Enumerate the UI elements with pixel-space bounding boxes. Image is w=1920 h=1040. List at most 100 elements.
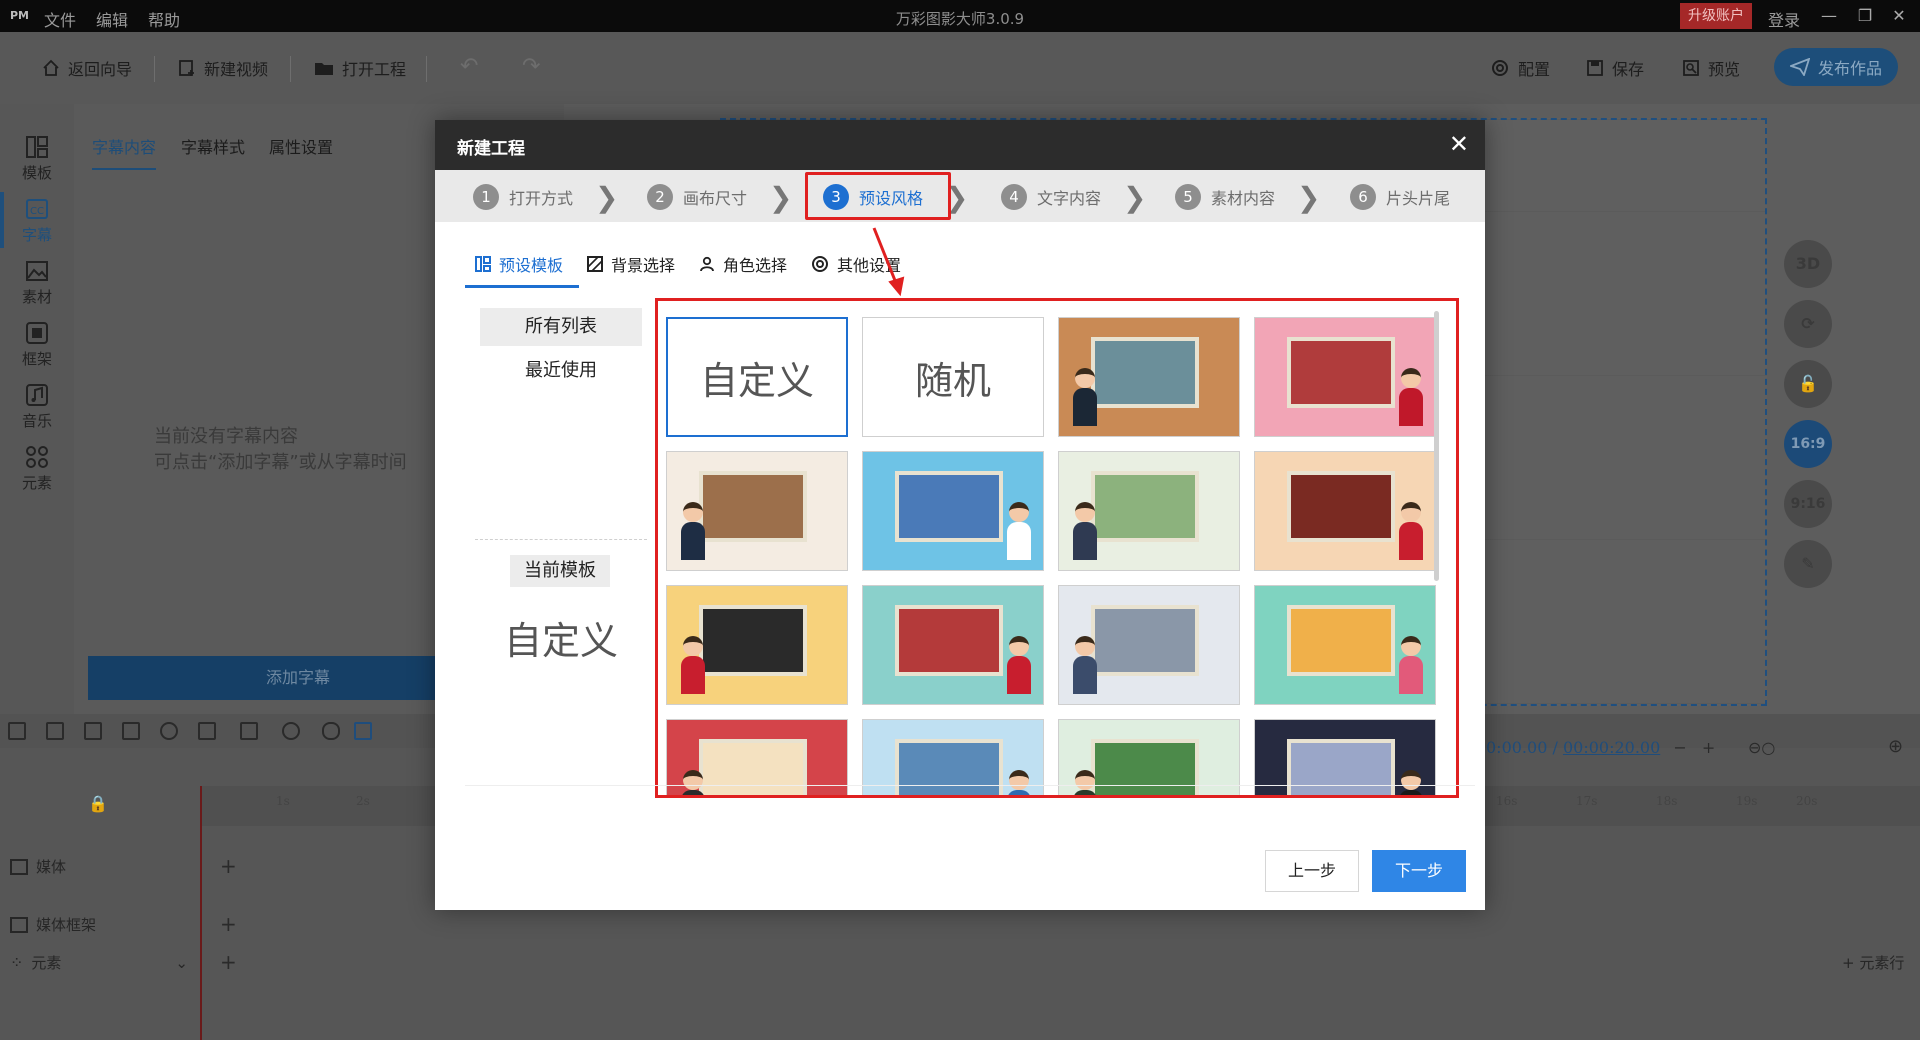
timeline-tool-icon[interactable]: [8, 722, 26, 740]
tab-subtitle-content[interactable]: 字幕内容: [92, 134, 157, 170]
track-element[interactable]: ⁘ 元素 ⌄: [10, 952, 188, 973]
edit-button[interactable]: ✎: [1784, 540, 1832, 588]
element-row-label: 元素行: [1859, 954, 1905, 972]
thumbnail-character: [681, 636, 705, 694]
tab-preset-template[interactable]: 预设模板: [475, 252, 563, 276]
new-video-button[interactable]: 新建视频: [178, 56, 268, 80]
template-thumbnail[interactable]: [862, 585, 1044, 705]
add-element-button[interactable]: +: [220, 950, 237, 974]
ratio-16-9-button[interactable]: 16:9: [1784, 420, 1832, 468]
sidebar-item-label: 音乐: [21, 412, 52, 430]
time-minus-button[interactable]: −: [1673, 738, 1686, 757]
restore-icon[interactable]: ❐: [1852, 4, 1878, 28]
lock-button[interactable]: 🔓: [1784, 360, 1832, 408]
dialog-title: 新建工程: [457, 139, 525, 159]
speaker-icon[interactable]: [354, 722, 372, 740]
3d-button[interactable]: 3D: [1784, 240, 1832, 288]
timeline-tool-icon[interactable]: [122, 722, 140, 740]
template-thumbnail[interactable]: [862, 719, 1044, 795]
timeline-tool-icon[interactable]: [46, 722, 64, 740]
lock-track-icon[interactable]: 🔒: [88, 794, 108, 813]
close-icon[interactable]: ✕: [1449, 130, 1469, 158]
template-thumbnail[interactable]: [666, 585, 848, 705]
character-head: [1401, 368, 1421, 388]
category-recent[interactable]: 最近使用: [480, 352, 642, 390]
upgrade-account-button[interactable]: 升级账户: [1680, 3, 1752, 29]
step-label: 画布尺寸: [683, 189, 748, 208]
tab-background-select[interactable]: 背景选择: [587, 252, 675, 276]
tab-property-settings[interactable]: 属性设置: [269, 134, 333, 158]
toolbar-divider: [426, 56, 427, 82]
step-material-content[interactable]: 5 素材内容 ❯: [1175, 181, 1320, 214]
track-media[interactable]: 媒体: [10, 856, 66, 877]
zoom-slider[interactable]: ⊖○: [1748, 738, 1775, 757]
save-label: 保存: [1612, 60, 1645, 79]
step-canvas-size[interactable]: 2 画布尺寸 ❯: [647, 181, 792, 214]
template-thumbnail[interactable]: [1254, 719, 1436, 795]
timeline-person-icon[interactable]: [282, 722, 300, 740]
add-media-frame-button[interactable]: +: [220, 912, 237, 936]
back-to-wizard-button[interactable]: 返回向导: [42, 56, 132, 80]
track-media-frame[interactable]: 媒体框架: [10, 914, 96, 935]
save-button[interactable]: 保存: [1586, 56, 1644, 80]
step-text-content[interactable]: 4 文字内容 ❯: [1001, 181, 1146, 214]
config-button[interactable]: 配置: [1490, 56, 1550, 80]
template-tile-custom[interactable]: 自定义: [666, 317, 848, 437]
template-thumbnail[interactable]: [666, 451, 848, 571]
template-thumbnail[interactable]: [1058, 317, 1240, 437]
microphone-icon[interactable]: [322, 722, 340, 740]
playhead[interactable]: [200, 786, 202, 1040]
open-project-button[interactable]: 打开工程: [314, 56, 406, 80]
step-intro-outro[interactable]: 6 片头片尾: [1350, 182, 1450, 212]
chevron-down-icon[interactable]: ⌄: [175, 954, 188, 972]
login-link[interactable]: 登录: [1768, 7, 1800, 31]
sidebar-item-subtitle[interactable]: CC 字幕: [0, 192, 74, 248]
template-thumbnail[interactable]: [1254, 451, 1436, 571]
sidebar-item-material[interactable]: 素材: [0, 254, 74, 310]
template-thumbnail[interactable]: [1058, 719, 1240, 795]
template-thumbnail[interactable]: [1254, 317, 1436, 437]
thumbnail-character: [1073, 368, 1097, 426]
close-window-icon[interactable]: ✕: [1886, 4, 1912, 28]
minimize-icon[interactable]: —: [1816, 4, 1842, 28]
template-thumbnail[interactable]: [862, 451, 1044, 571]
timeline-text-icon[interactable]: [198, 722, 216, 740]
preview-button[interactable]: 预览: [1682, 56, 1740, 80]
sidebar-item-element[interactable]: 元素: [0, 440, 74, 496]
template-thumbnail[interactable]: [1058, 585, 1240, 705]
zoom-in-icon[interactable]: ⊕: [1888, 736, 1903, 757]
sidebar-item-music[interactable]: 音乐: [0, 378, 74, 434]
timeline-tool-icon[interactable]: [160, 722, 178, 740]
sidebar-item-frame[interactable]: 框架: [0, 316, 74, 372]
footer-divider: [465, 785, 1475, 786]
template-thumbnail[interactable]: [666, 719, 848, 795]
add-media-button[interactable]: +: [220, 854, 237, 878]
tab-role-select[interactable]: 角色选择: [699, 252, 787, 276]
category-all-list[interactable]: 所有列表: [480, 308, 642, 346]
thumbnail-character: [1399, 636, 1423, 694]
previous-step-button[interactable]: 上一步: [1265, 850, 1359, 892]
template-tile-random[interactable]: 随机: [862, 317, 1044, 437]
time-plus-button[interactable]: +: [1702, 738, 1715, 757]
undo-icon[interactable]: ↶: [460, 54, 478, 79]
tab-subtitle-style[interactable]: 字幕样式: [181, 134, 245, 158]
tab-other-settings[interactable]: 其他设置: [811, 252, 901, 276]
publish-button[interactable]: 发布作品: [1774, 48, 1898, 86]
timeline-music-icon[interactable]: [240, 722, 258, 740]
thumbnail-character: [1007, 636, 1031, 694]
redo-icon[interactable]: ↷: [522, 54, 540, 79]
step-number: 1: [473, 184, 499, 210]
sidebar-item-template[interactable]: 模板: [0, 130, 74, 186]
grid-scrollbar[interactable]: [1434, 311, 1439, 581]
step-open-method[interactable]: 1 打开方式 ❯: [473, 181, 618, 214]
add-element-row-button[interactable]: + 元素行: [1842, 952, 1904, 973]
next-step-button[interactable]: 下一步: [1372, 850, 1466, 892]
thumbnail-photo: [1287, 336, 1396, 408]
template-thumbnail[interactable]: [1254, 585, 1436, 705]
step-label: 文字内容: [1037, 189, 1102, 208]
rotate-button[interactable]: ⟳: [1784, 300, 1832, 348]
timeline-tool-icon[interactable]: [84, 722, 102, 740]
template-thumbnail[interactable]: [1058, 451, 1240, 571]
character-body: [1399, 388, 1423, 426]
ratio-9-16-button[interactable]: 9:16: [1784, 480, 1832, 528]
